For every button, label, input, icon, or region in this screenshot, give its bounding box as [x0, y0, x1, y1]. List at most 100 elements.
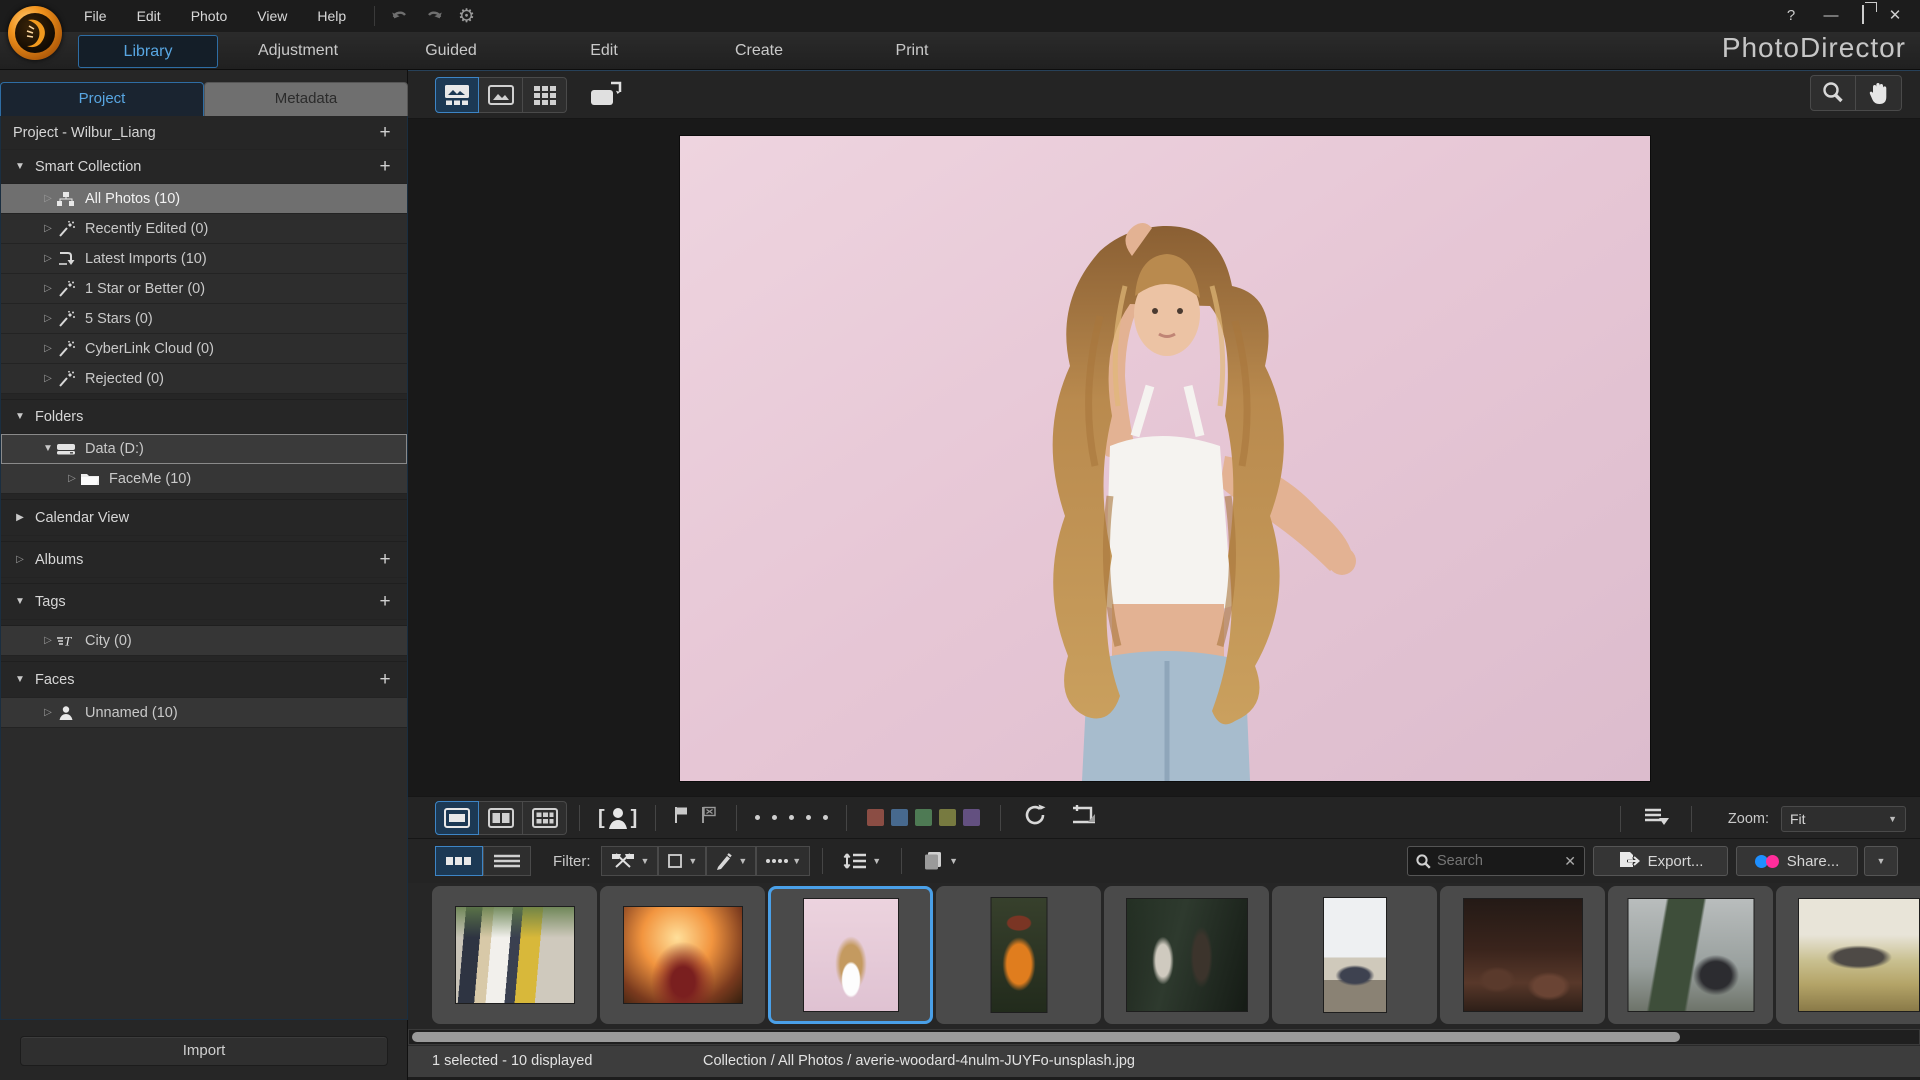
maximize-button[interactable] — [1862, 6, 1864, 24]
filmstrip-thumbnail-view-button[interactable] — [435, 846, 483, 876]
drive-icon — [55, 442, 77, 456]
filmstrip — [408, 883, 1920, 1029]
filmstrip-item-8[interactable] — [1608, 886, 1773, 1024]
menu-edit[interactable]: Edit — [137, 8, 161, 24]
settings-gear-icon[interactable]: ⚙ — [458, 7, 475, 26]
import-button[interactable]: Import — [20, 1036, 388, 1066]
tree-item-5-stars[interactable]: ▷ 5 Stars (0) — [1, 304, 407, 334]
filter-flags-dropdown[interactable]: ▼ — [601, 846, 659, 876]
filmstrip-item-9[interactable] — [1776, 886, 1920, 1024]
tree-item-all-photos[interactable]: ▷ All Photos (10) — [1, 184, 407, 214]
filmstrip-item-3-selected[interactable] — [768, 886, 933, 1024]
section-folders[interactable]: ▼ Folders — [1, 400, 407, 434]
close-button[interactable]: ✕ — [1886, 6, 1904, 24]
menu-photo[interactable]: Photo — [191, 8, 228, 24]
filmstrip-scrollbar[interactable] — [408, 1029, 1920, 1045]
color-label-purple[interactable] — [963, 809, 980, 826]
tab-metadata[interactable]: Metadata — [204, 82, 408, 116]
filmstrip-item-6[interactable] — [1272, 886, 1437, 1024]
tab-project[interactable]: Project — [0, 82, 204, 116]
menu-help[interactable]: Help — [317, 8, 346, 24]
tree-item-data-drive[interactable]: ▼ Data (D:) — [1, 434, 407, 464]
add-project-icon[interactable]: + — [375, 123, 395, 143]
tree-item-faceme-folder[interactable]: ▷ FaceMe (10) — [1, 464, 407, 494]
sort-dropdown[interactable]: ▼ — [835, 846, 889, 876]
filmstrip-item-1[interactable] — [432, 886, 597, 1024]
add-album-icon[interactable]: + — [375, 550, 395, 570]
color-label-olive[interactable] — [939, 809, 956, 826]
menubar: File Edit Photo View Help — [84, 0, 346, 32]
star-rating-dots[interactable] — [755, 815, 828, 820]
flag-reject-icon[interactable] — [701, 806, 718, 829]
filmstrip-item-2[interactable] — [600, 886, 765, 1024]
rotate-icon[interactable] — [1023, 803, 1047, 832]
browse-mode-single-button[interactable] — [435, 801, 479, 835]
tree-item-1-star-or-better[interactable]: ▷ 1 Star or Better (0) — [1, 274, 407, 304]
tab-edit[interactable]: Edit — [590, 32, 618, 70]
tab-guided[interactable]: Guided — [425, 32, 477, 70]
tab-print[interactable]: Print — [896, 32, 929, 70]
tree-item-recently-edited[interactable]: ▷ Recently Edited (0) — [1, 214, 407, 244]
section-faces[interactable]: ▼ Faces + — [1, 662, 407, 698]
menu-view[interactable]: View — [257, 8, 287, 24]
color-label-green[interactable] — [915, 809, 932, 826]
tab-library[interactable]: Library — [78, 35, 218, 68]
tree-item-unnamed-faces[interactable]: ▷ Unnamed (10) — [1, 698, 407, 728]
browse-mode-compare-button[interactable] — [479, 801, 523, 835]
crop-icon[interactable] — [1071, 804, 1097, 831]
filmstrip-item-5[interactable] — [1104, 886, 1269, 1024]
help-button[interactable]: ? — [1782, 7, 1800, 24]
section-albums[interactable]: ▷ Albums + — [1, 542, 407, 578]
section-tags[interactable]: ▼ Tags + — [1, 584, 407, 620]
minimize-button[interactable]: — — [1822, 7, 1840, 24]
viewer-mode-grid-button[interactable] — [523, 77, 567, 113]
filmstrip-list-view-button[interactable] — [483, 846, 531, 876]
add-smart-collection-icon[interactable]: + — [375, 157, 395, 177]
project-tree: Project - Wilbur_Liang + ▼ Smart Collect… — [0, 116, 408, 1020]
filter-edited-dropdown[interactable]: ▼ — [706, 846, 756, 876]
tab-create[interactable]: Create — [735, 32, 783, 70]
search-input[interactable] — [1437, 853, 1558, 869]
color-label-red[interactable] — [867, 809, 884, 826]
redo-icon[interactable] — [424, 8, 444, 24]
filter-more-dropdown[interactable]: ▼ — [756, 846, 810, 876]
histogram-list-icon[interactable] — [1643, 806, 1669, 831]
tree-item-cyberlink-cloud[interactable]: ▷ CyberLink Cloud (0) — [1, 334, 407, 364]
secondary-display-icon[interactable] — [580, 77, 632, 113]
share-more-dropdown[interactable]: ▼ — [1864, 846, 1898, 876]
search-clear-icon[interactable]: ✕ — [1564, 853, 1576, 870]
section-smart-collection[interactable]: ▼ Smart Collection + — [1, 150, 407, 184]
add-face-icon[interactable]: + — [375, 670, 395, 690]
undo-icon[interactable] — [390, 8, 410, 24]
app-title: PhotoDirector — [1722, 32, 1906, 64]
menu-file[interactable]: File — [84, 8, 107, 24]
zoom-tool-button[interactable] — [1810, 75, 1856, 111]
viewer-mode-single-button[interactable] — [479, 77, 523, 113]
filmstrip-item-7[interactable] — [1440, 886, 1605, 1024]
filter-label-dropdown[interactable]: ▼ — [658, 846, 706, 876]
scrollbar-thumb[interactable] — [412, 1032, 1680, 1042]
export-button[interactable]: Export... — [1593, 846, 1728, 876]
photo-viewer[interactable] — [408, 119, 1920, 796]
add-tag-icon[interactable]: + — [375, 592, 395, 612]
stack-dropdown[interactable]: ▼ — [914, 846, 966, 876]
selected-photo[interactable] — [680, 136, 1650, 781]
filter-row: Filter: ▼ ▼ ▼ ▼ ▼ — [408, 839, 1920, 883]
share-button[interactable]: Share... — [1736, 846, 1858, 876]
selection-status: 1 selected - 10 displayed — [432, 1053, 592, 1069]
mode-tab-row: Library Adjustment Guided Edit Create Pr… — [0, 32, 1920, 70]
browse-mode-grid-button[interactable] — [523, 801, 567, 835]
section-calendar-view[interactable]: ▶ Calendar View — [1, 500, 407, 536]
zoom-select[interactable]: Fit ▼ — [1781, 806, 1906, 832]
filmstrip-item-4[interactable] — [936, 886, 1101, 1024]
viewer-mode-filmstrip-button[interactable] — [435, 77, 479, 113]
tree-item-city-tag[interactable]: ▷ T City (0) — [1, 626, 407, 656]
tree-item-rejected[interactable]: ▷ Rejected (0) — [1, 364, 407, 394]
tree-item-latest-imports[interactable]: ▷ Latest Imports (10) — [1, 244, 407, 274]
color-label-blue[interactable] — [891, 809, 908, 826]
person-icon — [55, 705, 77, 721]
flag-pick-icon[interactable] — [674, 806, 689, 829]
pan-hand-button[interactable] — [1856, 75, 1902, 111]
face-tag-icon[interactable]: [ ] — [592, 807, 643, 829]
tab-adjustment[interactable]: Adjustment — [258, 32, 338, 70]
